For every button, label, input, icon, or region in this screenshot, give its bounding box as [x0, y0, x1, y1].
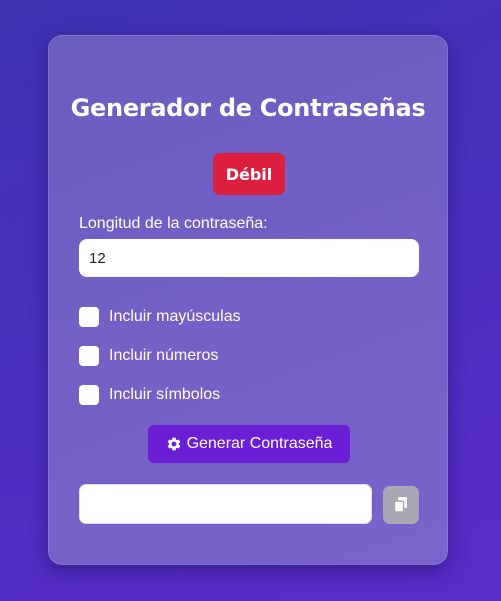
copy-button[interactable]	[383, 486, 419, 524]
option-numbers[interactable]: Incluir números	[79, 346, 218, 366]
password-generator-card: Generador de Contraseñas Débil Longitud …	[48, 35, 448, 565]
option-symbols[interactable]: Incluir símbolos	[79, 385, 220, 405]
generate-button-label: Generar Contraseña	[186, 435, 333, 452]
gear-icon	[167, 437, 180, 451]
option-uppercase[interactable]: Incluir mayúsculas	[79, 307, 241, 327]
copy-icon	[393, 497, 407, 513]
page-title: Generador de Contraseñas	[70, 94, 426, 122]
strength-badge: Débil	[213, 153, 285, 195]
numbers-checkbox[interactable]	[79, 346, 99, 366]
password-output-field[interactable]	[79, 484, 372, 524]
symbols-label: Incluir símbolos	[109, 386, 221, 403]
symbols-checkbox[interactable]	[79, 385, 99, 405]
numbers-label: Incluir números	[109, 347, 219, 364]
length-input[interactable]	[79, 239, 419, 277]
uppercase-label: Incluir mayúsculas	[109, 308, 241, 325]
generate-password-button[interactable]: Generar Contraseña	[148, 425, 350, 463]
length-label: Longitud de la contraseña:	[79, 215, 268, 232]
uppercase-checkbox[interactable]	[79, 307, 99, 327]
